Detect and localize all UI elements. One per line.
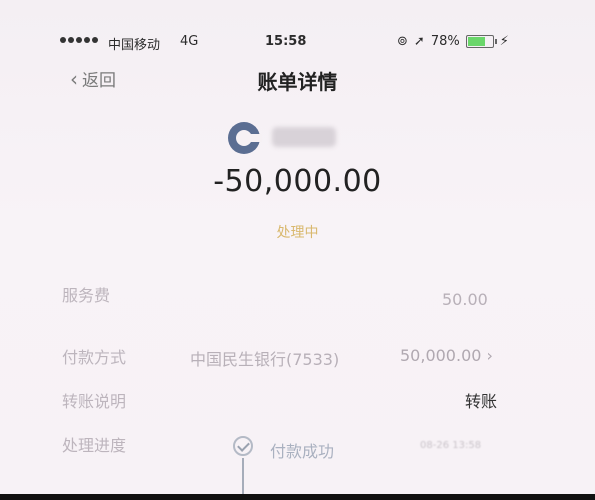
- page-title: 账单详情: [257, 70, 338, 94]
- alarm-icon: ⊚: [397, 34, 408, 49]
- screen: 中国移动 4G 15:58 ⊚ ➚ 78% ⚡ ‹ 返回 账单详情 -50,00…: [0, 0, 595, 500]
- chevron-right-icon: ›: [486, 346, 493, 365]
- note-label: 转账说明: [62, 392, 127, 411]
- status-bar: 中国移动 4G 15:58 ⊚ ➚ 78% ⚡: [0, 34, 595, 54]
- signal-icon: [60, 37, 98, 43]
- step-payment-success: 付款成功: [270, 442, 335, 461]
- fee-value: 50.00: [442, 290, 488, 309]
- payment-amount-row[interactable]: 50,000.00 ›: [400, 346, 493, 365]
- status-time: 15:58: [265, 34, 307, 49]
- note-value: 转账: [465, 392, 498, 411]
- transaction-status: 处理中: [276, 225, 319, 241]
- network-type: 4G: [180, 34, 199, 49]
- check-circle-icon: [233, 436, 253, 456]
- progress-line: [242, 458, 244, 498]
- status-right: ⊚ ➚ 78% ⚡: [397, 34, 509, 49]
- carrier-name: 中国移动: [108, 38, 161, 53]
- payment-method-label: 付款方式: [62, 348, 127, 367]
- battery-fill: [467, 37, 485, 46]
- step-time: 08-26 13:58: [420, 440, 482, 451]
- payment-bank[interactable]: 中国民生银行(7533): [190, 346, 339, 370]
- charging-icon: ⚡: [499, 34, 509, 49]
- fee-label: 服务费: [62, 286, 111, 305]
- bank-name-redacted: [272, 127, 336, 147]
- battery-percent: 78%: [430, 34, 460, 49]
- location-arrow-icon: ➚: [413, 34, 425, 49]
- bottom-edge: [0, 494, 595, 500]
- transaction-amount: -50,000.00: [213, 164, 382, 199]
- progress-label: 处理进度: [62, 436, 127, 455]
- bank-logo-icon: [228, 122, 262, 154]
- battery-icon: [465, 35, 497, 48]
- payment-amount: 50,000.00: [400, 346, 482, 365]
